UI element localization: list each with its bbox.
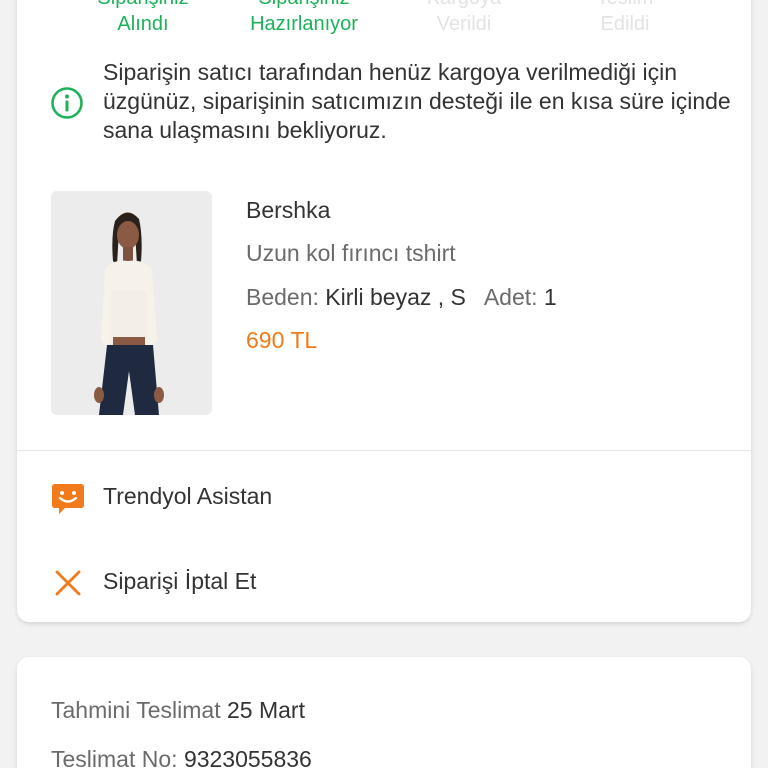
status-step-line1: Teslim: [535, 0, 715, 10]
info-icon: [51, 87, 83, 119]
cancel-order-button[interactable]: Siparişi İptal Et: [50, 562, 550, 602]
cancel-label: Siparişi İptal Et: [103, 568, 257, 594]
trendyol-assistant-button[interactable]: Trendyol Asistan: [50, 477, 550, 517]
order-status-steps: Siparişiniz Alındı Siparişiniz Hazırlanı…: [0, 0, 768, 44]
estimated-delivery: Tahmini Teslimat 25 Mart: [51, 697, 305, 724]
info-text: Siparişin satıcı tarafından henüz kargoy…: [103, 59, 731, 143]
status-step-line2: Hazırlanıyor: [250, 13, 358, 35]
product-price: 690 TL: [246, 327, 318, 353]
status-step-line2: Verildi: [436, 13, 492, 35]
size-value: Kirli beyaz , S: [325, 284, 466, 310]
assistant-label: Trendyol Asistan: [103, 483, 273, 509]
close-icon: [55, 570, 81, 596]
quantity-value: 1: [543, 284, 557, 310]
chat-assistant-icon: [52, 484, 84, 514]
delivery-number: Teslimat No: 9323055836: [51, 746, 312, 768]
status-step-line2: Alındı: [117, 13, 169, 35]
status-step-line1: Kargoya: [374, 0, 554, 10]
product-photo-illustration: [51, 191, 212, 415]
size-label: Beden:: [246, 284, 319, 310]
estimated-delivery-label: Tahmini Teslimat: [51, 697, 221, 723]
product-name[interactable]: Uzun kol fırıncı tshirt: [246, 240, 456, 267]
estimated-delivery-value: 25 Mart: [226, 697, 305, 723]
status-step-line2: Edildi: [600, 13, 650, 35]
status-step-line1: Siparişiniz: [53, 0, 233, 10]
product-image[interactable]: [51, 191, 212, 415]
product-variant: Beden: Kirli beyaz , S Adet: 1: [246, 284, 557, 311]
quantity-label: Adet:: [483, 284, 538, 310]
delivery-number-value[interactable]: 9323055836: [184, 746, 312, 768]
divider: [17, 450, 751, 451]
delivery-number-label: Teslimat No:: [51, 746, 178, 768]
product-brand: Bershka: [246, 197, 331, 223]
status-step-line1: Siparişiniz: [214, 0, 394, 10]
